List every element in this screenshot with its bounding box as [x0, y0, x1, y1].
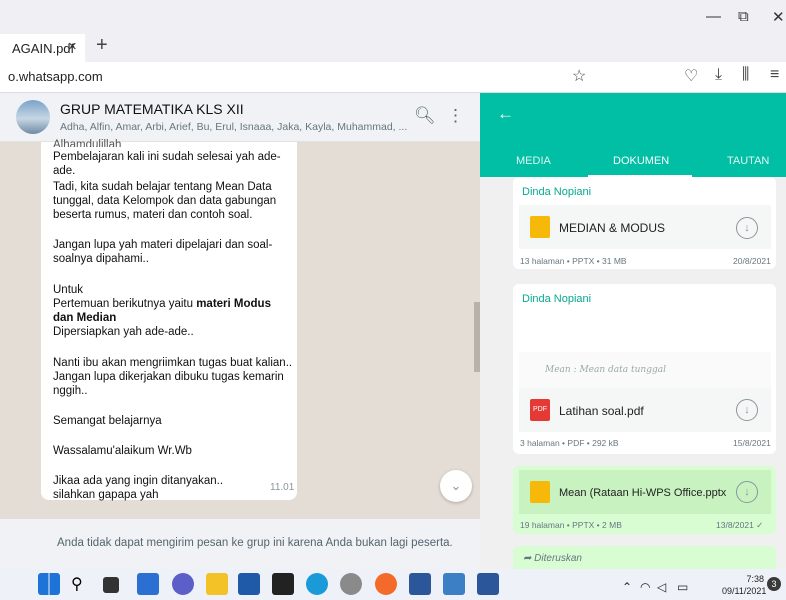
- task-view-icon[interactable]: [103, 577, 119, 593]
- search-icon[interactable]: 🔍︎: [414, 106, 436, 126]
- pdf-file-icon: PDF: [530, 399, 550, 421]
- tab-tautan[interactable]: TAUTAN: [727, 155, 769, 167]
- settings-icon[interactable]: [340, 573, 362, 595]
- system-clock[interactable]: 7:38 09/11/2021: [722, 573, 767, 597]
- clock-time: 7:38: [746, 574, 764, 584]
- bookmark-star-icon[interactable]: ☆: [572, 66, 586, 86]
- tab-dokumen[interactable]: DOKUMEN: [613, 155, 669, 167]
- restore-button[interactable]: ⧉: [738, 8, 749, 25]
- document-date: 13/8/2021 ✓: [716, 520, 764, 530]
- message-line: Semangat belajarnya: [53, 415, 162, 427]
- minimize-button[interactable]: —: [706, 8, 721, 25]
- volume-icon[interactable]: ◁: [657, 580, 666, 594]
- close-window-button[interactable]: ✕: [772, 8, 785, 26]
- word-icon[interactable]: [477, 573, 499, 595]
- tab-title: AGAIN.pdf: [12, 41, 75, 56]
- clock-date: 09/11/2021: [722, 586, 767, 596]
- tab-close-icon[interactable]: ×: [68, 38, 77, 55]
- photos-icon[interactable]: [443, 573, 465, 595]
- library-icon[interactable]: ⫼: [742, 66, 749, 84]
- forwarded-label: ➦ Diteruskan: [523, 553, 582, 564]
- document-name: Mean (Rataan Hi-WPS Office.pptx: [559, 487, 727, 499]
- pptx-file-icon: [530, 481, 550, 503]
- pocket-icon[interactable]: ♡: [684, 66, 698, 86]
- browser-titlebar: [0, 0, 786, 62]
- message-text: Pertemuan berikutnya yaitu: [53, 298, 197, 310]
- edge-icon[interactable]: [306, 573, 328, 595]
- menu-icon[interactable]: ≡: [770, 66, 779, 84]
- document-sender: Dinda Nopiani: [522, 186, 592, 198]
- message-paragraph: Jangan lupa yah materi dipelajari dan so…: [53, 239, 273, 265]
- chat-icon[interactable]: [172, 573, 194, 595]
- download-icon[interactable]: ↓: [736, 481, 758, 503]
- search-icon[interactable]: ⚲: [71, 574, 83, 594]
- store-icon[interactable]: [272, 573, 294, 595]
- firefox-icon[interactable]: [375, 573, 397, 595]
- message-time: 11.01: [270, 482, 295, 493]
- address-bar[interactable]: [0, 62, 786, 93]
- forwarded-text: Diteruskan: [534, 553, 582, 564]
- chevron-up-icon[interactable]: ⌃: [622, 580, 632, 594]
- message-line: Pembelajaran kali ini sudah selesai yah …: [53, 151, 281, 177]
- message-paragraph: Jikaa ada yang ingin ditanyakan.. silahk…: [53, 475, 224, 501]
- download-icon[interactable]: ↓: [736, 217, 758, 239]
- document-meta: 3 halaman • PDF • 292 kB: [520, 438, 619, 448]
- document-date: 20/8/2021: [733, 256, 771, 266]
- message-line: Untuk: [53, 284, 84, 296]
- url-text[interactable]: o.whatsapp.com: [8, 69, 103, 84]
- document-name: Latihan soal.pdf: [559, 404, 644, 418]
- wifi-icon[interactable]: ◠: [640, 580, 650, 594]
- document-preview-text: Mean : Mean data tunggal: [545, 365, 666, 375]
- group-name: GRUP MATEMATIKA KLS XII: [60, 101, 244, 117]
- pptx-file-icon: [530, 216, 550, 238]
- mail-icon[interactable]: [238, 573, 260, 595]
- notification-badge[interactable]: 3: [767, 577, 781, 591]
- start-button[interactable]: [38, 573, 60, 595]
- message-paragraph: Tadi, kita sudah belajar tentang Mean Da…: [53, 181, 277, 221]
- document-date: 15/8/2021: [733, 438, 771, 448]
- widgets-icon[interactable]: [137, 573, 159, 595]
- message-line: Alhamdulillah: [53, 139, 122, 147]
- more-options-icon[interactable]: ⋮: [447, 106, 464, 126]
- download-icon[interactable]: ↓: [736, 399, 758, 421]
- message-paragraph: Nanti ibu akan mengriimkan tugas buat ka…: [53, 357, 293, 397]
- message-line: Dipersiapkan yah ade-ade..: [53, 326, 194, 338]
- message-paragraph: Pertemuan berikutnya yaitu materi Modus …: [53, 297, 293, 325]
- document-file-row[interactable]: [519, 388, 771, 432]
- group-members: Adha, Alfin, Amar, Arbi, Arief, Bu, Erul…: [60, 121, 408, 133]
- message-line: Wassalamu'alaikum Wr.Wb: [53, 445, 192, 457]
- battery-icon[interactable]: ▭: [677, 580, 688, 594]
- download-icon[interactable]: ⤓: [715, 66, 722, 84]
- word-icon[interactable]: [409, 573, 431, 595]
- blocked-notice: Anda tidak dapat mengirim pesan ke grup …: [57, 537, 453, 549]
- document-meta: 13 halaman • PPTX • 31 MB: [520, 256, 627, 266]
- new-tab-button[interactable]: +: [96, 34, 108, 57]
- group-avatar[interactable]: [16, 100, 50, 134]
- file-explorer-icon[interactable]: [206, 573, 228, 595]
- document-name: MEDIAN & MODUS: [559, 221, 666, 235]
- tab-media[interactable]: MEDIA: [516, 155, 551, 167]
- document-sender: Dinda Nopiani: [522, 293, 592, 305]
- scroll-down-button[interactable]: ⌄: [440, 470, 472, 502]
- back-arrow-icon[interactable]: ←: [497, 104, 514, 124]
- document-meta: 19 halaman • PPTX • 2 MB: [520, 520, 622, 530]
